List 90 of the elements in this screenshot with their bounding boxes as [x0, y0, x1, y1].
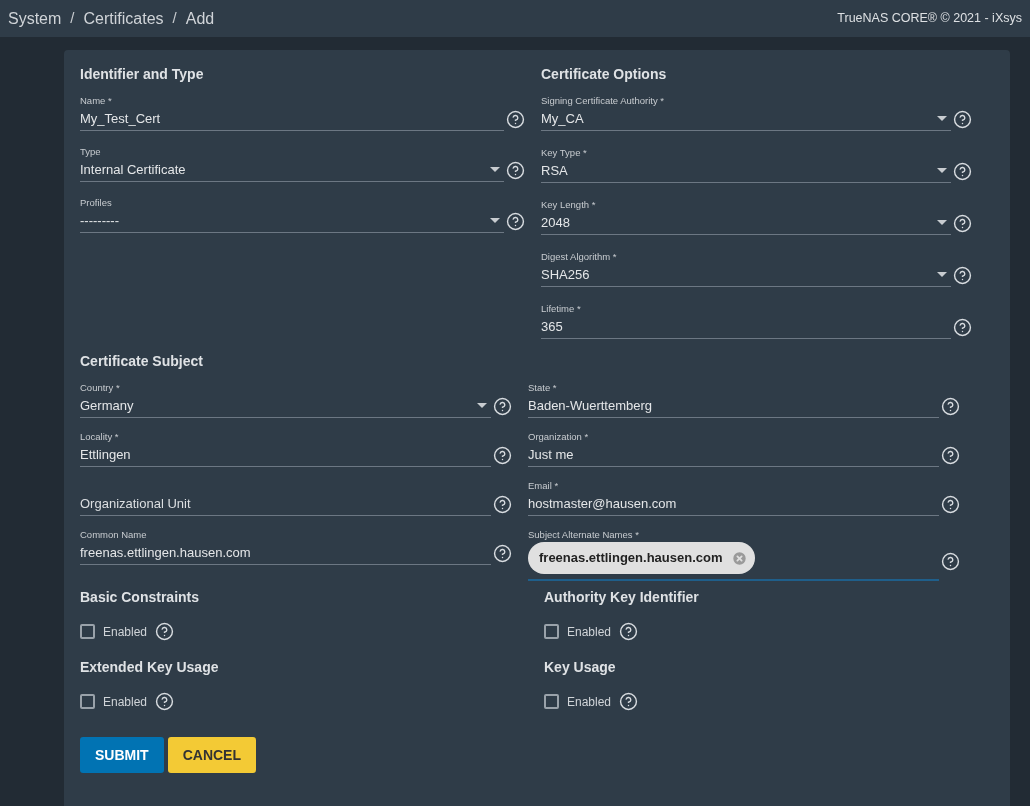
select-value: 2048: [541, 213, 571, 232]
select-field[interactable]: My_CA: [541, 107, 951, 131]
help-icon[interactable]: [619, 692, 639, 711]
field-label: Locality *: [80, 430, 120, 443]
input-field[interactable]: Baden-Wuerttemberg: [528, 394, 939, 418]
field-label: Key Type *: [541, 146, 588, 159]
help-icon[interactable]: [506, 109, 525, 129]
select-value: SHA256: [541, 265, 591, 284]
section-title: Certificate Options: [541, 65, 668, 84]
help-icon[interactable]: [493, 396, 512, 416]
section-title: Identifier and Type: [80, 65, 205, 84]
field-label: Email *: [528, 479, 560, 492]
help-icon[interactable]: [953, 161, 972, 181]
help-icon[interactable]: [506, 160, 525, 180]
breadcrumb-separator: /: [172, 8, 177, 29]
select-field[interactable]: Germany: [80, 394, 491, 418]
select-value: Internal Certificate: [80, 160, 187, 179]
copyright-text: TrueNAS CORE® © 2021 - iXsys: [837, 10, 1022, 28]
help-icon[interactable]: [953, 109, 972, 129]
breadcrumb-link[interactable]: System: [8, 6, 62, 31]
field-label: Name *: [80, 94, 113, 107]
dropdown-caret-icon: [937, 272, 947, 277]
field-label: Key Length *: [541, 198, 597, 211]
select-field[interactable]: Internal Certificate: [80, 158, 504, 182]
dropdown-caret-icon: [937, 168, 947, 173]
select-field[interactable]: RSA: [541, 159, 951, 183]
select-field[interactable]: 2048: [541, 211, 951, 235]
help-icon[interactable]: [941, 396, 960, 416]
section-title: Basic Constraints: [80, 588, 201, 607]
field-label: Country *: [80, 381, 121, 394]
checkbox[interactable]: [80, 694, 95, 709]
section-title: Extended Key Usage: [80, 658, 220, 677]
input-field[interactable]: 365: [541, 315, 951, 339]
help-icon[interactable]: [953, 213, 972, 233]
section-title: Authority Key Identifier: [544, 588, 700, 607]
help-icon[interactable]: [493, 543, 512, 563]
help-icon[interactable]: [941, 445, 960, 465]
breadcrumb-link[interactable]: Add: [185, 6, 215, 31]
field-label: Organization *: [528, 430, 590, 443]
cancel-button[interactable]: CANCEL: [167, 737, 256, 773]
field-label: State *: [528, 381, 558, 394]
checkbox[interactable]: [544, 624, 559, 639]
input-field[interactable]: freenas.ettlingen.hausen.com: [80, 541, 491, 565]
help-icon[interactable]: [506, 211, 525, 231]
help-icon[interactable]: [953, 317, 972, 337]
field-label: Digest Algorithm *: [541, 250, 618, 263]
checkbox[interactable]: [80, 624, 95, 639]
field-label: Lifetime *: [541, 302, 582, 315]
dropdown-caret-icon: [477, 403, 487, 408]
help-icon[interactable]: [155, 622, 175, 641]
dropdown-caret-icon: [937, 220, 947, 225]
checkbox-label: Enabled: [567, 693, 612, 711]
checkbox-label: Enabled: [567, 623, 612, 641]
select-field[interactable]: ---------: [80, 209, 504, 233]
dropdown-caret-icon: [937, 116, 947, 121]
checkbox-label: Enabled: [103, 623, 148, 641]
submit-button[interactable]: SUBMIT: [80, 737, 164, 773]
help-icon[interactable]: [941, 551, 960, 571]
select-value: RSA: [541, 161, 569, 180]
breadcrumb-separator: /: [70, 8, 75, 29]
help-icon[interactable]: [493, 494, 512, 514]
help-icon[interactable]: [941, 494, 960, 514]
field-label: Common Name: [80, 528, 148, 541]
select-value: Germany: [80, 396, 135, 415]
dropdown-caret-icon: [490, 167, 500, 172]
checkbox[interactable]: [544, 694, 559, 709]
help-icon[interactable]: [493, 445, 512, 465]
select-field[interactable]: SHA256: [541, 263, 951, 287]
help-icon[interactable]: [619, 622, 639, 641]
checkbox-label: Enabled: [103, 693, 148, 711]
chip-label: freenas.ettlingen.hausen.com: [539, 549, 723, 568]
chip-input-field[interactable]: freenas.ettlingen.hausen.com: [528, 541, 939, 581]
select-value: My_CA: [541, 109, 585, 128]
chip[interactable]: freenas.ettlingen.hausen.com: [528, 542, 755, 574]
field-label: Subject Alternate Names *: [528, 528, 640, 541]
help-icon[interactable]: [155, 692, 175, 711]
field-label: Type: [80, 145, 102, 158]
breadcrumb-link[interactable]: Certificates: [83, 6, 164, 31]
section-title: Certificate Subject: [80, 352, 204, 371]
field-label: Profiles: [80, 196, 113, 209]
input-field[interactable]: hostmaster@hausen.com: [528, 492, 939, 516]
input-field[interactable]: My_Test_Cert: [80, 107, 504, 131]
help-icon[interactable]: [953, 265, 972, 285]
section-title: Key Usage: [544, 658, 617, 677]
dropdown-caret-icon: [490, 218, 500, 223]
input-field[interactable]: Just me: [528, 443, 939, 467]
field-label: Signing Certificate Authority *: [541, 94, 666, 107]
input-field[interactable]: Ettlingen: [80, 443, 491, 467]
select-value: ---------: [80, 211, 120, 230]
input-field[interactable]: Organizational Unit: [80, 492, 491, 516]
